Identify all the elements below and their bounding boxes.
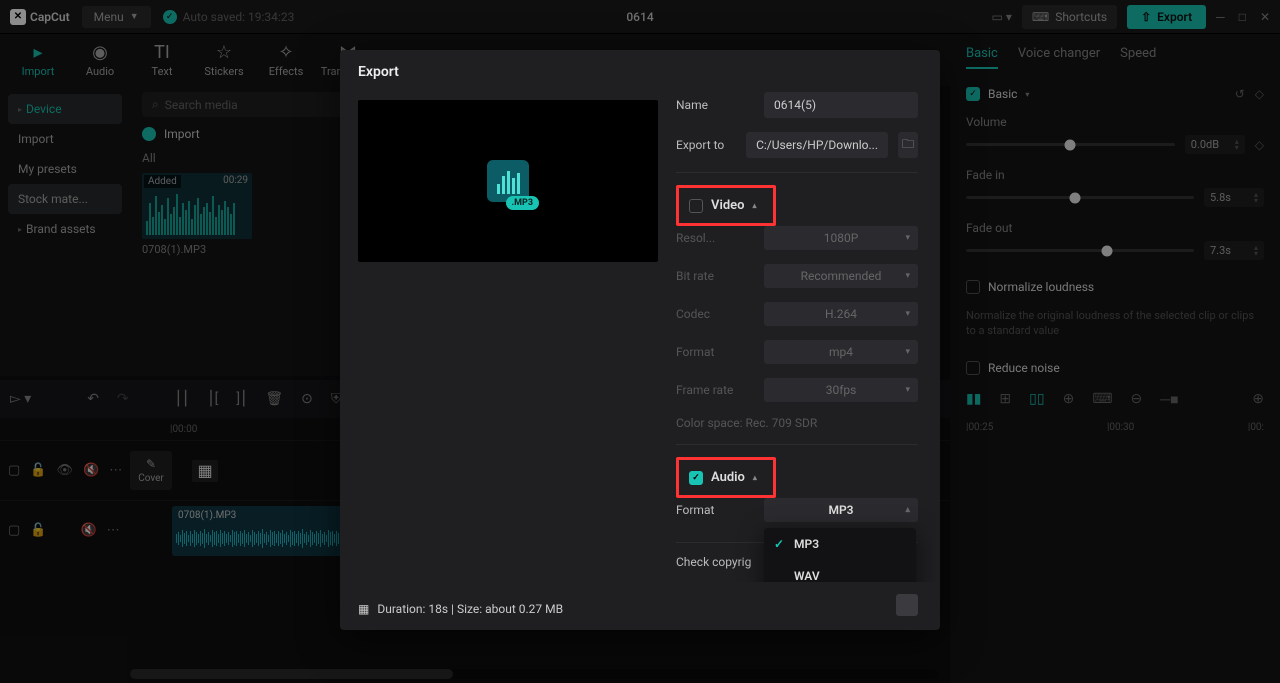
copyright-label: Check copyrig (676, 555, 751, 569)
color-space: Color space: Rec. 709 SDR (676, 416, 918, 430)
codec-select[interactable]: H.264▾ (764, 302, 918, 326)
opt-mp3[interactable]: MP3 (764, 528, 916, 560)
aformat-select[interactable]: MP3▴ (764, 498, 918, 522)
divider (676, 172, 918, 173)
aformat-row: Format MP3▴ MP3 WAV AAC FLAC (676, 498, 918, 522)
folder-icon[interactable]: 🗀 (898, 132, 918, 158)
exportto-row: Export to C:/Users/HP/Downlo... 🗀 (676, 132, 918, 158)
film-icon: ▦ (358, 602, 369, 616)
audio-section-toggle[interactable]: ✓ Audio ▴ (683, 466, 763, 489)
chevron-down-icon: ▾ (905, 347, 910, 357)
export-modal: Export .MP3 Name 0614(5) Export to C:/Us… (340, 50, 940, 630)
aformat-label: Format (676, 503, 754, 517)
bitrate-row: Bit rate Recommended▾ (676, 264, 918, 288)
chevron-up-icon: ▴ (753, 201, 757, 210)
exportto-label: Export to (676, 138, 736, 152)
vformat-select[interactable]: mp4▾ (764, 340, 918, 364)
modal-footer: ▦ Duration: 18s | Size: about 0.27 MB (340, 592, 940, 630)
chevron-up-icon: ▴ (905, 505, 910, 515)
fps-select[interactable]: 30fps▾ (764, 378, 918, 402)
name-row: Name 0614(5) (676, 92, 918, 118)
chevron-down-icon: ▾ (905, 271, 910, 281)
exportto-input[interactable]: C:/Users/HP/Downlo... (746, 132, 888, 158)
footer-text: Duration: 18s | Size: about 0.27 MB (377, 602, 563, 616)
codec-row: Codec H.264▾ (676, 302, 918, 326)
modal-title: Export (340, 50, 940, 88)
format-dropdown: MP3 WAV AAC FLAC (764, 528, 916, 582)
name-input[interactable]: 0614(5) (764, 92, 918, 118)
mp3-badge: .MP3 (506, 196, 539, 210)
resolution-select[interactable]: 1080P▾ (764, 226, 918, 250)
chevron-down-icon: ▾ (905, 385, 910, 395)
divider (676, 444, 918, 445)
video-section-toggle[interactable]: Video ▴ (683, 194, 763, 217)
fps-row: Frame rate 30fps▾ (676, 378, 918, 402)
check-icon[interactable]: ✓ (689, 471, 703, 485)
export-form: Name 0614(5) Export to C:/Users/HP/Downl… (676, 92, 936, 582)
export-preview: .MP3 (358, 100, 658, 262)
checkbox-off-icon[interactable] (689, 199, 703, 213)
bitrate-select[interactable]: Recommended▾ (764, 264, 918, 288)
chevron-down-icon: ▾ (905, 233, 910, 243)
audio-section-highlight: ✓ Audio ▴ (676, 457, 776, 498)
video-section-highlight: Video ▴ (676, 185, 776, 226)
opt-wav[interactable]: WAV (764, 560, 916, 582)
chevron-up-icon: ▴ (753, 473, 757, 482)
chevron-down-icon: ▾ (905, 309, 910, 319)
vformat-row: Format mp4▾ (676, 340, 918, 364)
resolution-row: Resol... 1080P▾ (676, 226, 918, 250)
name-label: Name (676, 98, 754, 112)
footer-checkbox[interactable] (896, 594, 918, 616)
